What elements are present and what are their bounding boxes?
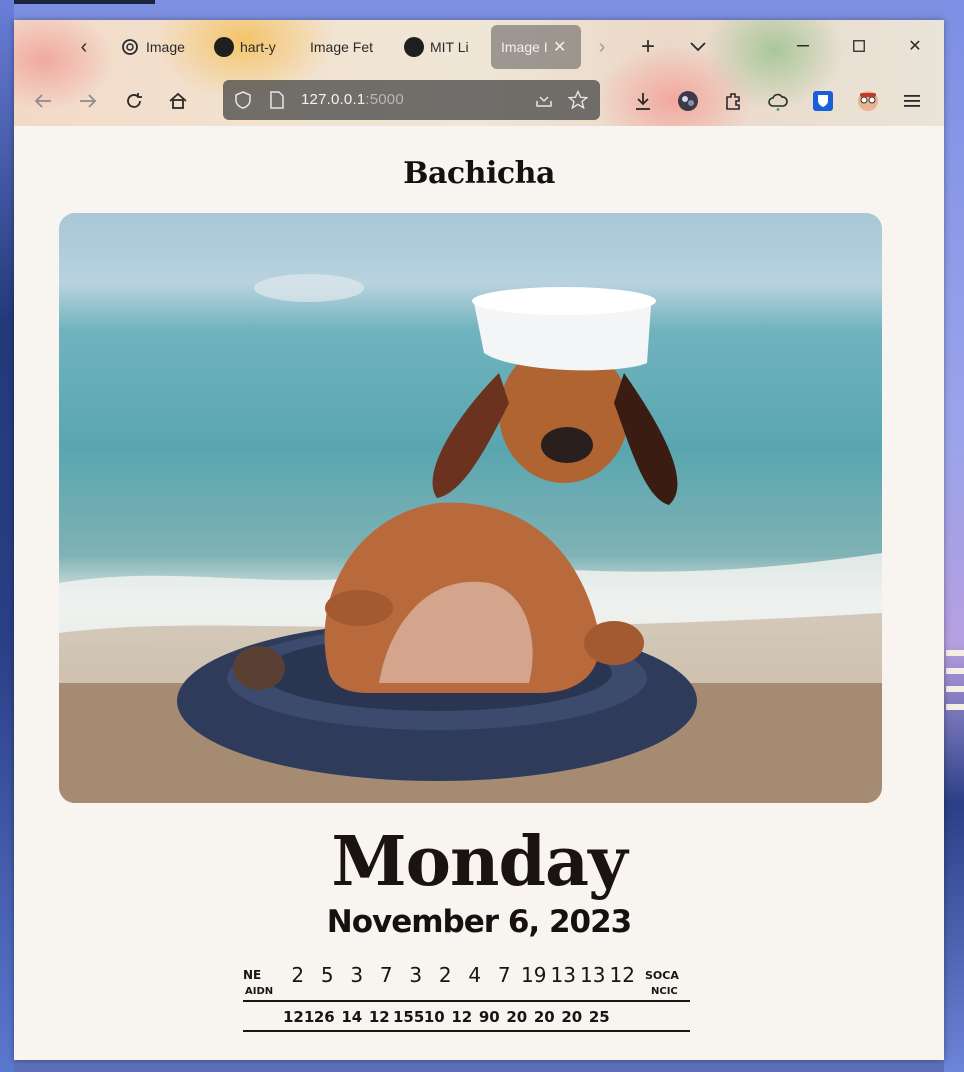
calendar-row-2: 121 26 14 12 155 10 12 90 20 20 20 25 — [243, 1006, 730, 1028]
calendar-number: 13 — [550, 963, 576, 987]
calendar-strip: NE 2 5 3 7 3 2 4 7 19 13 13 12 SOCA AIDN… — [243, 960, 690, 1032]
calendar-number: 90 — [478, 1008, 500, 1026]
minimize-icon[interactable] — [788, 34, 818, 58]
page-content: Bachicha Monday November 6, 2023 NE 2 5 … — [14, 126, 944, 1060]
cloud-sync-icon[interactable] — [761, 84, 795, 118]
calendar-number: 121 — [283, 1008, 315, 1026]
calendar-number: 12 — [368, 1008, 390, 1026]
list-tabs-icon[interactable] — [680, 29, 716, 65]
calendar-number: 7 — [379, 963, 393, 987]
tab-bar: ‹ Image hart-y Image Fet MIT Li Image I … — [14, 20, 944, 74]
tab-label: hart-y — [240, 39, 276, 55]
shield-icon[interactable] — [232, 89, 254, 111]
downloads-icon[interactable] — [626, 84, 660, 118]
tab-2[interactable]: hart-y — [214, 32, 286, 62]
github-icon — [404, 37, 424, 57]
tab-4[interactable]: MIT Li — [404, 32, 478, 62]
new-tab-icon[interactable]: + — [630, 29, 666, 65]
calendar-number: 13 — [580, 963, 606, 987]
calendar-number: 19 — [521, 963, 547, 987]
calendar-number: 4 — [468, 963, 482, 987]
calendar-number: 2 — [291, 963, 305, 987]
extension-face-icon[interactable] — [851, 84, 885, 118]
forward-icon[interactable] — [71, 84, 105, 118]
desktop-strip — [0, 0, 155, 4]
desktop-background-right — [944, 0, 964, 1072]
calendar-number: 2 — [438, 963, 452, 987]
tab-label: MIT Li — [430, 39, 469, 55]
calendar-subsuffix: NCIC — [651, 986, 678, 997]
calendar-number: 12 — [451, 1008, 473, 1026]
calendar-label: NE — [243, 968, 262, 982]
browser-window: ‹ Image hart-y Image Fet MIT Li Image I … — [14, 20, 944, 1060]
day-name: Monday — [331, 822, 627, 902]
date-line: November 6, 2023 — [326, 904, 633, 940]
tab-3[interactable]: Image Fet — [310, 32, 382, 62]
calendar-number: 20 — [561, 1008, 583, 1026]
calendar-number: 12 — [609, 963, 635, 987]
tab-1[interactable]: Image — [120, 32, 190, 62]
tab-scroll-left-icon[interactable]: ‹ — [66, 29, 102, 65]
calendar-row-1: NE 2 5 3 7 3 2 4 7 19 13 13 12 SOCA — [243, 960, 690, 990]
close-tab-icon[interactable]: ✕ — [553, 37, 566, 57]
home-icon[interactable] — [161, 84, 195, 118]
calendar-number: 155 — [393, 1008, 425, 1026]
extensions-icon[interactable] — [716, 84, 750, 118]
page-title: Bachicha — [403, 156, 555, 191]
github-icon — [214, 37, 234, 57]
page-icon — [266, 89, 288, 111]
close-window-icon[interactable]: ✕ — [900, 34, 930, 58]
save-to-pocket-icon[interactable] — [533, 89, 555, 111]
password-manager-icon[interactable] — [806, 84, 840, 118]
calendar-sublabel: AIDN — [245, 986, 274, 997]
url-text: 127.0.0.1:5000 — [301, 91, 404, 108]
calendar-number: 14 — [341, 1008, 363, 1026]
desktop-background-left — [0, 0, 14, 1072]
browser-chrome: ‹ Image hart-y Image Fet MIT Li Image I … — [14, 20, 944, 126]
openai-icon — [120, 37, 140, 57]
tab-label: Image Fet — [310, 39, 374, 55]
calendar-number: 20 — [506, 1008, 528, 1026]
profile-avatar-icon[interactable] — [671, 84, 705, 118]
url-bar[interactable]: 127.0.0.1:5000 — [223, 80, 600, 120]
tab-5-active[interactable]: Image I ✕ — [491, 25, 581, 69]
hero-image — [59, 213, 882, 803]
reload-icon[interactable] — [117, 84, 151, 118]
calendar-suffix: SOCA — [645, 968, 679, 982]
calendar-number: 3 — [350, 963, 364, 987]
tab-label: Image I — [501, 39, 547, 55]
calendar-divider — [243, 1000, 690, 1002]
calendar-number: 7 — [497, 963, 511, 987]
maximize-icon[interactable] — [844, 34, 874, 58]
calendar-number: 25 — [588, 1008, 610, 1026]
tab-label: Image — [146, 39, 185, 55]
calendar-number: 3 — [409, 963, 423, 987]
calendar-number: 10 — [423, 1008, 445, 1026]
bookmark-star-icon[interactable] — [567, 89, 589, 111]
menu-icon[interactable] — [896, 84, 930, 118]
calendar-number: 20 — [533, 1008, 555, 1026]
tab-scroll-right-icon[interactable]: › — [584, 29, 620, 65]
nav-toolbar: 127.0.0.1:5000 — [14, 78, 944, 124]
calendar-number: 5 — [320, 963, 334, 987]
calendar-number: 26 — [313, 1008, 335, 1026]
back-icon[interactable] — [26, 84, 60, 118]
calendar-divider — [243, 1030, 690, 1032]
